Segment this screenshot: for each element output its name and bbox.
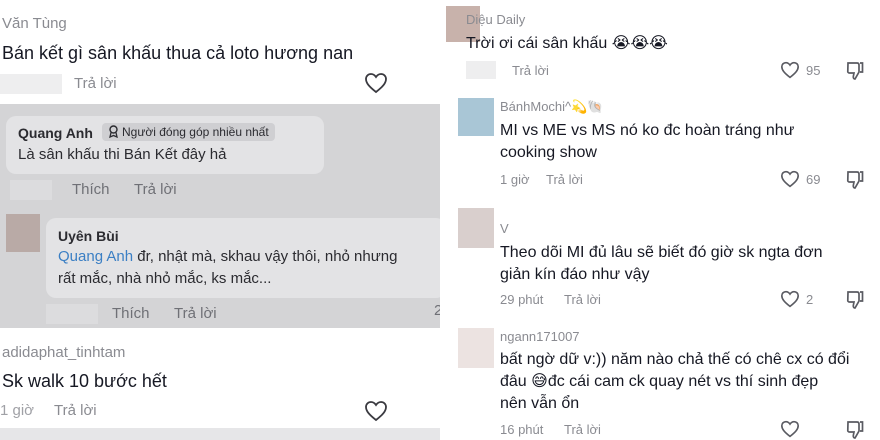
reply-text: Là sân khấu thi Bán Kết đây hả	[18, 146, 227, 163]
next-comment-edge	[0, 428, 440, 440]
heart-icon[interactable]	[364, 400, 388, 422]
reply-button[interactable]: Trả lời	[564, 292, 601, 307]
reply-button[interactable]: Trả lời	[74, 75, 117, 92]
reply-button[interactable]: Trả lời	[174, 305, 217, 322]
top-contributor-badge: Người đóng góp nhiều nhất	[102, 123, 275, 141]
comment-username[interactable]: Diệu Daily	[466, 12, 525, 27]
reply-thread: Quang Anh Người đóng góp nhiều nhất Là s…	[0, 104, 440, 328]
reply-username[interactable]: Quang Anh	[18, 125, 93, 141]
dislike-icon[interactable]	[846, 61, 864, 81]
comment-text-line: cooking show	[500, 144, 597, 161]
dislike-icon[interactable]	[846, 290, 864, 310]
comment-time: 1 giờ	[500, 172, 530, 187]
avatar[interactable]	[458, 98, 494, 136]
reply-text-line: rất mắc, nhà nhỏ mắc, ks mắc...	[58, 270, 272, 287]
dislike-icon[interactable]	[846, 420, 864, 440]
comment-text-line: bất ngờ dữ v:)) năm nào chả thế có chê c…	[500, 351, 850, 368]
reply-time-redacted	[46, 304, 98, 324]
comment-text-line: Theo dõi MI đủ lâu sẽ biết đó giờ sk ngt…	[500, 244, 823, 261]
comment-text-line: đâu 😅đc cái cam ck quay nét vs thí sinh …	[500, 373, 819, 390]
heart-icon[interactable]	[780, 420, 800, 438]
comment-time: 1 giờ	[0, 402, 35, 419]
comment-username[interactable]: BánhMochi^💫🐚	[500, 99, 604, 115]
like-button[interactable]: Thích	[112, 305, 150, 322]
comment-text-line: MI vs ME vs MS nó ko đc hoàn tráng như	[500, 122, 795, 139]
comment-time-redacted	[0, 74, 62, 94]
left-screenshot: Văn Tùng Bán kết gì sân khấu thua cả lot…	[0, 0, 440, 440]
comment-username[interactable]: adidaphat_tinhtam	[2, 344, 125, 361]
comment-text-line: giản kín đáo như vậy	[500, 266, 650, 283]
comment-text: Sk walk 10 bước hết	[2, 371, 167, 391]
reply-button[interactable]: Trả lời	[546, 172, 583, 187]
reply-text-part: đr, nhật mà, skhau vậy thôi, nhỏ nhưng	[133, 248, 398, 265]
reply-button[interactable]: Trả lời	[54, 402, 97, 419]
badge-label: Người đóng góp nhiều nhất	[122, 125, 269, 139]
dislike-icon[interactable]	[846, 170, 864, 190]
medal-icon	[109, 125, 118, 138]
avatar[interactable]	[458, 328, 494, 368]
comment-username[interactable]: ngann171007	[500, 329, 580, 344]
comment-text-line: nên vẫn ổn	[500, 395, 580, 412]
comment-username[interactable]: Văn Tùng	[2, 15, 67, 32]
comment-text: Bán kết gì sân khấu thua cả loto hương n…	[2, 43, 354, 63]
reply-button[interactable]: Trả lời	[512, 63, 549, 78]
right-screenshot: Diệu Daily Trời ơi cái sân khấu 😭😭😭 Trả …	[446, 0, 880, 440]
heart-icon[interactable]	[780, 290, 800, 308]
like-count: 69	[806, 172, 821, 187]
comment-time-redacted	[466, 61, 496, 79]
mention-link[interactable]: Quang Anh	[58, 248, 133, 265]
reply-button[interactable]: Trả lời	[564, 422, 601, 437]
heart-icon[interactable]	[780, 170, 800, 188]
heart-icon[interactable]	[364, 72, 388, 94]
like-button[interactable]: Thích	[72, 181, 110, 198]
reply-button[interactable]: Trả lời	[134, 181, 177, 198]
avatar[interactable]	[458, 208, 494, 248]
reply-time-redacted	[10, 180, 52, 200]
comment-text: Trời ơi cái sân khấu 😭😭😭	[466, 35, 668, 52]
comment-username[interactable]: V	[500, 221, 509, 236]
reply-text-line: Quang Anh đr, nhật mà, skhau vậy thôi, n…	[58, 246, 397, 268]
avatar[interactable]	[6, 214, 40, 252]
comment-time: 29 phút	[500, 292, 544, 307]
comment-time: 16 phút	[500, 422, 544, 437]
heart-icon[interactable]	[780, 61, 800, 79]
like-count: 95	[806, 63, 821, 78]
like-count: 2	[806, 292, 814, 307]
reply-username[interactable]: Uyên Bùi	[58, 228, 119, 244]
